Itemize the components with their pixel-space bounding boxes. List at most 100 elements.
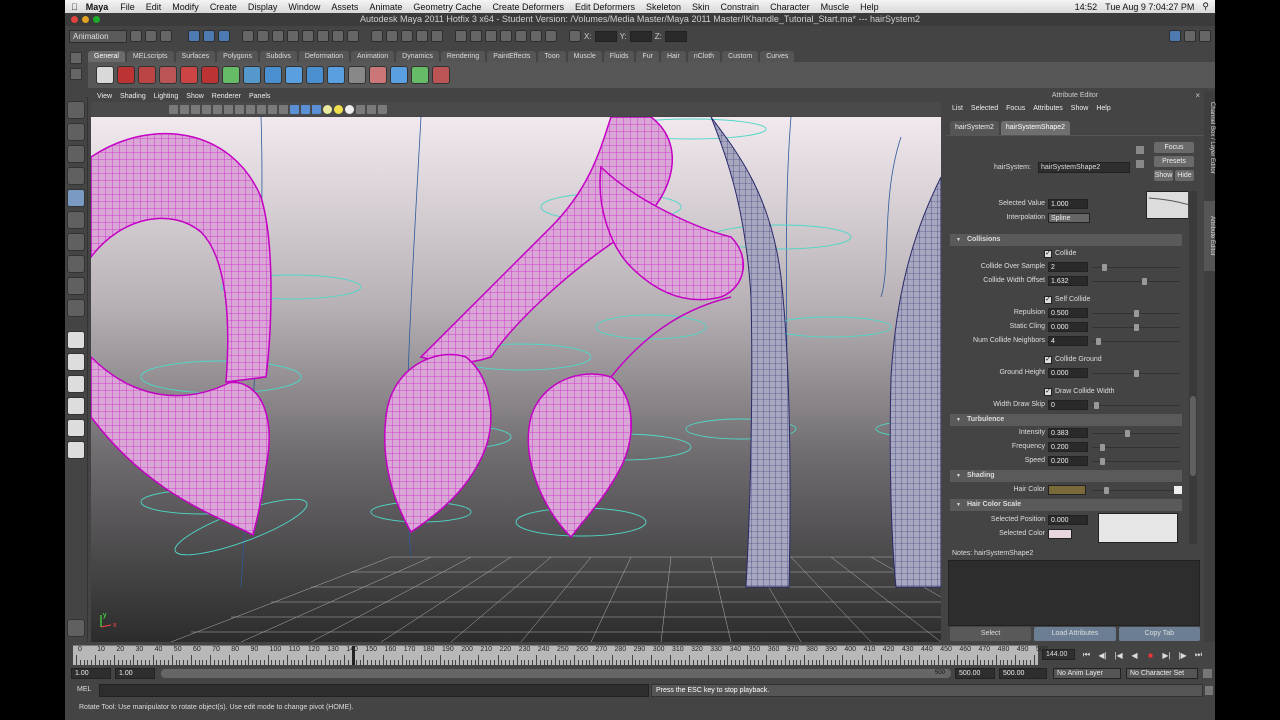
scale-tool-icon[interactable]: [222, 66, 240, 84]
panel-menu-lighting[interactable]: Lighting: [154, 93, 179, 100]
mask-rendering-icon[interactable]: [332, 30, 344, 42]
menu-help[interactable]: Help: [860, 2, 879, 12]
plane-icon[interactable]: [327, 66, 345, 84]
cube-icon[interactable]: [264, 66, 282, 84]
rotate-tool-icon[interactable]: [67, 189, 85, 207]
step-back-key-icon[interactable]: |◀: [1112, 651, 1125, 660]
cylinder-icon[interactable]: [285, 66, 303, 84]
ae-tab-hairsystem2[interactable]: hairSystem2: [950, 121, 999, 135]
shelf-tab-fur[interactable]: Fur: [636, 51, 659, 62]
text-icon[interactable]: [348, 66, 366, 84]
app-menu[interactable]: Maya: [86, 2, 109, 12]
slider-knob[interactable]: [1125, 430, 1130, 437]
output-history-icon[interactable]: [470, 30, 482, 42]
slider-knob[interactable]: [1142, 278, 1147, 285]
film-gate-icon[interactable]: [213, 104, 222, 114]
shelf-tab-dynamics[interactable]: Dynamics: [396, 51, 439, 62]
menu-muscle[interactable]: Muscle: [821, 2, 850, 12]
move-tool-icon[interactable]: [180, 66, 198, 84]
spotlight-icon[interactable]: ⚲: [1202, 1, 1209, 12]
selected-position-field[interactable]: 0.000: [1048, 515, 1088, 525]
mask-dynamics-icon[interactable]: [317, 30, 329, 42]
menu-display[interactable]: Display: [248, 2, 278, 12]
menu-create-deformers[interactable]: Create Deformers: [492, 2, 564, 12]
ae-menu-list[interactable]: List: [952, 105, 963, 112]
save-scene-icon[interactable]: [160, 30, 172, 42]
interpolation-select[interactable]: Spline: [1048, 213, 1090, 223]
menu-create[interactable]: Create: [210, 2, 237, 12]
shelf-tab-painteffects[interactable]: PaintEffects: [487, 51, 537, 62]
safe-action-icon[interactable]: [257, 104, 266, 114]
high-quality-icon[interactable]: [378, 104, 387, 114]
nurbs-sphere-icon[interactable]: [390, 66, 408, 84]
four-view-layout-icon[interactable]: [67, 353, 85, 371]
shelf-tab-general[interactable]: General: [88, 51, 125, 62]
select-component-icon[interactable]: [218, 30, 230, 42]
input-history-icon[interactable]: [455, 30, 467, 42]
slider-knob[interactable]: [1104, 487, 1109, 494]
playback-end-field[interactable]: 500.00: [955, 668, 995, 679]
select-tool-icon[interactable]: [117, 66, 135, 84]
shelf-tab-custom[interactable]: Custom: [722, 51, 759, 62]
new-scene-icon[interactable]: [130, 30, 142, 42]
y-field[interactable]: [629, 30, 652, 42]
textured-icon[interactable]: [312, 104, 321, 114]
shelf-tabs-icon[interactable]: [70, 52, 82, 64]
character-set-select[interactable]: No Character Set: [1126, 668, 1198, 679]
mask-surfaces-icon[interactable]: [287, 30, 299, 42]
menu-edit-deformers[interactable]: Edit Deformers: [575, 2, 635, 12]
menu-skeleton[interactable]: Skeleton: [646, 2, 681, 12]
shelf-tab-ncloth[interactable]: nCloth: [687, 51, 721, 62]
menu-assets[interactable]: Assets: [331, 2, 358, 12]
ae-menu-help[interactable]: Help: [1096, 105, 1110, 112]
ae-menu-show[interactable]: Show: [1071, 105, 1089, 112]
image-plane-icon[interactable]: [191, 104, 200, 114]
slider-track[interactable]: [1092, 370, 1180, 377]
single-perspective-layout-icon[interactable]: [67, 331, 85, 349]
gate-mask-icon[interactable]: [235, 104, 244, 114]
presets-button[interactable]: Presets: [1154, 156, 1194, 167]
shelf-tab-deformation[interactable]: Deformation: [298, 51, 349, 62]
section-shading[interactable]: Shading: [950, 470, 1182, 482]
snap-plane-icon[interactable]: [416, 30, 428, 42]
render-settings-icon[interactable]: [545, 30, 557, 42]
show-button[interactable]: Show: [1154, 170, 1173, 181]
current-frame-field[interactable]: 144.00: [1042, 649, 1075, 660]
last-tool-icon[interactable]: [67, 299, 85, 317]
z-field[interactable]: [664, 30, 687, 42]
brush-icon[interactable]: [432, 66, 450, 84]
slider-knob[interactable]: [1134, 324, 1139, 331]
hypershade-layout-icon[interactable]: [67, 419, 85, 437]
persp-outliner-layout-icon[interactable]: [67, 375, 85, 393]
bookmark-icon[interactable]: [180, 104, 189, 114]
slider-track[interactable]: [1092, 487, 1180, 494]
speed-field[interactable]: 0.200: [1048, 456, 1088, 466]
snap-point-icon[interactable]: [401, 30, 413, 42]
render-frame-icon[interactable]: [515, 30, 527, 42]
tab-channel-box[interactable]: Channel Box / Layer Editor: [1204, 93, 1215, 183]
zoom-icon[interactable]: [93, 16, 100, 23]
smooth-shade-icon[interactable]: [290, 104, 299, 114]
shelf-tab-subdivs[interactable]: Subdivs: [259, 51, 297, 62]
sphere-icon[interactable]: [243, 66, 261, 84]
field-chart-icon[interactable]: [246, 104, 255, 114]
script-editor-icon[interactable]: [1205, 686, 1213, 695]
slider-track[interactable]: [1092, 324, 1180, 331]
notes-textarea[interactable]: [948, 560, 1200, 626]
collide-ground-checkbox[interactable]: ✓: [1044, 356, 1052, 364]
selected-color-swatch[interactable]: [1048, 529, 1072, 539]
hair-color-swatch[interactable]: [1048, 485, 1086, 495]
slider-knob[interactable]: [1100, 444, 1105, 451]
persp-graph-layout-icon[interactable]: [67, 397, 85, 415]
color-ramp[interactable]: [1098, 513, 1178, 543]
ramp-graph[interactable]: [1146, 191, 1188, 219]
shelf-tab-surfaces[interactable]: Surfaces: [175, 51, 216, 62]
command-input[interactable]: [99, 684, 649, 697]
toggle-tool-settings-icon[interactable]: [1184, 30, 1196, 42]
tab-attribute-editor[interactable]: Attribute Editor: [1204, 201, 1215, 271]
x-field[interactable]: [594, 30, 617, 42]
camera-attributes-icon[interactable]: [169, 104, 178, 114]
slider-track[interactable]: [1092, 338, 1180, 345]
repulsion-field[interactable]: 0.500: [1048, 308, 1088, 318]
shelf-tab-toon[interactable]: Toon: [538, 51, 566, 62]
